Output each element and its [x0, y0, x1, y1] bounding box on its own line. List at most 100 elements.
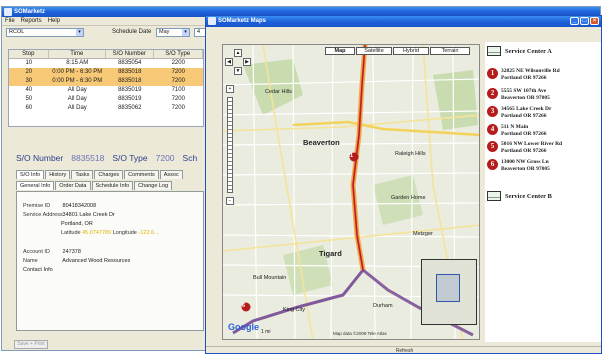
cell-so-number: 8835019 [118, 87, 142, 93]
table-row[interactable]: 30 0:00 PM - 6:30 PM 8835018 7200 [9, 77, 203, 86]
stop-address-line2: Portland OR 97266 [501, 130, 547, 137]
start-service-center[interactable]: Service Center A [487, 46, 552, 56]
stop-list-item[interactable]: 5 5016 NW Lower River Rd Portland OR 97266 [487, 141, 562, 154]
col-time[interactable]: Time [49, 50, 106, 58]
stop-list-item[interactable]: 3 34565 Lake Creek Dr Portland OR 97266 [487, 106, 551, 119]
tab-general-info[interactable]: General Info [16, 181, 55, 190]
cell-time: All Day [67, 87, 87, 93]
cell-so-number: 8835018 [118, 69, 142, 75]
save-print-button[interactable]: Save + Print [14, 340, 48, 349]
table-row[interactable]: 10 8:15 AM 8835054 2200 [9, 59, 203, 68]
route-select[interactable]: RCOL ▾ [6, 28, 84, 37]
account-value: 247378 [62, 249, 81, 255]
tab-comments[interactable]: Comments [124, 170, 159, 179]
map-window: SOMarketz Maps _ □ × 1 6 Map Satellite H… [205, 15, 602, 354]
city-label: Beaverton [303, 138, 340, 147]
longitude-value: -122.6... [138, 230, 159, 236]
map-marker-icon: 1 [487, 68, 498, 79]
cell-stop: 10 [25, 60, 33, 66]
cell-so-type: 7200 [171, 105, 185, 111]
address-line2: Portland, OR [61, 221, 93, 227]
zoom-out-icon[interactable]: − [226, 197, 234, 205]
close-icon[interactable]: × [590, 17, 599, 25]
map-label-8: Bull Mountain [253, 275, 287, 281]
tab-charges[interactable]: Charges [94, 170, 124, 179]
minimap-viewport[interactable] [436, 274, 460, 302]
tab-tasks[interactable]: Tasks [71, 170, 94, 179]
minimize-icon[interactable]: _ [570, 17, 579, 25]
table-row[interactable]: 60 All Day 8835062 7200 [9, 104, 203, 113]
stop-address-line2: Beaverton OR 97005 [501, 165, 550, 172]
stop-address: 32825 NE Wilsonville Rd Portland OR 97266 [501, 68, 560, 81]
refresh-button[interactable]: Refresh [206, 346, 601, 353]
map-marker-icon: 5 [487, 141, 498, 152]
map-canvas[interactable]: 1 6 Map Satellite Hybrid Terrain ▲ ◀ ▶ ▼… [222, 44, 480, 340]
stop-address-line2: Portland OR 97266 [501, 74, 547, 81]
extra-select-value: 4 [197, 29, 201, 35]
col-so-type[interactable]: S/O Type [154, 50, 203, 58]
stop-address: 34565 Lake Creek Dr Portland OR 97266 [501, 106, 551, 119]
maptype-satellite-button[interactable]: Satellite [356, 47, 392, 55]
stop-list-item[interactable]: 6 13000 NW Gross Ln Beaverton OR 97005 [487, 159, 550, 172]
pan-left-icon[interactable]: ◀ [225, 58, 233, 66]
tab-change-log[interactable]: Change Log [134, 181, 173, 190]
map-marker-icon: 4 [487, 124, 498, 135]
cell-time: All Day [67, 96, 87, 102]
maptype-hybrid-button[interactable]: Hybrid [393, 47, 429, 55]
menu-file[interactable]: File [5, 17, 15, 25]
coordinates-row: Latitude 45.0747789 Longitude -122.6... [61, 229, 159, 237]
contact-label: Contact Info [23, 267, 53, 273]
stop-list-item[interactable]: 1 32825 NE Wilsonville Rd Portland OR 9726… [487, 68, 560, 81]
maximize-icon[interactable]: □ [580, 17, 589, 25]
map-label-6: King City [283, 307, 306, 313]
cell-so-type: 7200 [171, 78, 185, 84]
truck-icon [487, 191, 501, 201]
cell-so-number: 8835054 [118, 60, 142, 66]
sub-tabs: General Info Order Data Schedule Info Ch… [16, 181, 173, 190]
pan-down-icon[interactable]: ▼ [234, 67, 242, 75]
window-controls: _ □ × [570, 17, 599, 25]
map-window-titlebar[interactable]: SOMarketz Maps _ □ × [206, 16, 601, 27]
schedule-date-select[interactable]: May ▾ [156, 28, 190, 37]
menu-help[interactable]: Help [48, 17, 60, 25]
menu-reports[interactable]: Reports [21, 17, 42, 25]
app-icon [208, 17, 216, 25]
tab-schedule-info[interactable]: Schedule Info [91, 181, 134, 190]
stop-list-item[interactable]: 2 5555 SW 107th Ave Beaverton OR 97005 [487, 88, 550, 101]
stop-address: 5555 SW 107th Ave Beaverton OR 97005 [501, 88, 550, 101]
tab-assoc[interactable]: Assoc [159, 170, 183, 179]
col-stop[interactable]: Stop [9, 50, 49, 58]
table-row[interactable]: 20 0:00 PM - 6:30 PM 8835018 7200 [9, 68, 203, 77]
stop-list-item[interactable]: 4 511 N Main Portland OR 97266 [487, 124, 547, 137]
address-row: Service Address 34801 Lake Creek Dr [23, 211, 115, 219]
map-scale: 1 mi [261, 329, 271, 335]
end-service-center[interactable]: Service Center B [487, 191, 552, 201]
stop-address-line1: 32825 NE Wilsonville Rd [501, 68, 560, 74]
premise-label: Premise ID [23, 203, 51, 209]
latitude-label: Latitude [61, 230, 81, 236]
stops-grid: Stop Time S/O Number S/O Type 10 8:15 AM 8… [8, 49, 204, 127]
service-address-label: Service Address [23, 212, 63, 218]
zoom-slider[interactable] [227, 97, 233, 193]
overview-minimap[interactable] [421, 259, 477, 325]
cell-time: 0:00 PM - 6:30 PM [52, 69, 103, 75]
tab-order-data[interactable]: Order Data [55, 181, 91, 190]
tab-history[interactable]: History [45, 170, 71, 179]
so-type-label: S/O Type [112, 153, 148, 163]
back-window-title: SOMarketz [14, 9, 46, 15]
pan-right-icon[interactable]: ▶ [243, 58, 251, 66]
general-info-panel: Premise ID 80418342008 Service Address 3… [16, 191, 204, 331]
tab-so-info[interactable]: S/O Info [16, 170, 45, 179]
pan-up-icon[interactable]: ▲ [234, 49, 242, 57]
map-label-2: Raleigh Hills [395, 151, 426, 157]
zoom-in-icon[interactable]: + [226, 85, 234, 93]
table-row[interactable]: 50 All Day 8835019 7200 [9, 95, 203, 104]
maptype-map-button[interactable]: Map [325, 47, 355, 55]
cell-stop: 20 [25, 69, 33, 75]
col-so-number[interactable]: S/O Number [106, 50, 154, 58]
map-label-7: Durham [373, 303, 393, 309]
maptype-terrain-button[interactable]: Terrain [430, 47, 470, 55]
google-logo: Google [228, 322, 259, 332]
table-row[interactable]: 40 All Day 8835019 7100 [9, 86, 203, 95]
map-label-1: Cedar Hills [265, 89, 292, 95]
